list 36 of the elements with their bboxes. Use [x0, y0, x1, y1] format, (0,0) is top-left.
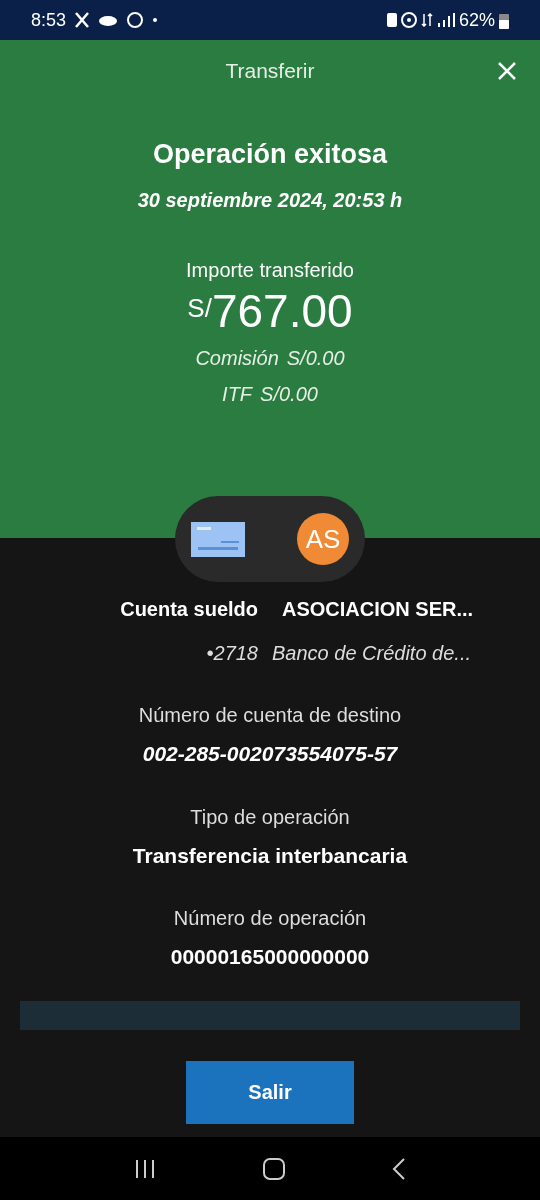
home-icon[interactable] [263, 1157, 285, 1180]
battery-icon [499, 11, 509, 29]
page-title: Transferir [225, 58, 315, 85]
fee-value: S/0.00 [286, 345, 345, 371]
amount-label: Importe transferido [186, 257, 354, 283]
fee-label: ITF [222, 381, 253, 407]
detail-label: Número de cuenta de destino [138, 703, 402, 728]
detail-label: Número de operación [173, 906, 367, 931]
x-icon [74, 11, 91, 29]
origin-account-number: •2718 [205, 641, 258, 666]
recent-apps-icon[interactable] [133, 1158, 156, 1179]
cloud-icon [98, 14, 119, 26]
data-arrows-icon [420, 13, 433, 27]
battery-percent: 62% [458, 8, 495, 32]
transferred-amount: 767.00 [211, 284, 353, 337]
currency-symbol: S/ [187, 291, 212, 323]
detail-value: 002-285-002073554075-57 [142, 741, 398, 767]
detail-value: Transferencia interbancaria [132, 842, 408, 869]
status-time: 8:53 [31, 8, 67, 32]
fee-value: S/0.00 [260, 381, 318, 407]
detail-label: Tipo de operación [190, 804, 350, 830]
recipient-bank: Banco de Crédito de... [272, 641, 472, 666]
close-button[interactable] [496, 60, 518, 82]
hotspot-icon [400, 12, 417, 28]
fee-label: Comisión [195, 345, 279, 371]
detail-value: 00000165000000000 [170, 944, 370, 970]
dot-icon [152, 17, 159, 23]
operation-date: 30 septiembre 2024, 20:53 h [137, 187, 403, 213]
result-title: Operación exitosa [152, 138, 388, 171]
origin-account-name: Cuenta sueldo [119, 597, 258, 622]
back-icon[interactable] [392, 1157, 407, 1180]
exit-button[interactable]: Salir [186, 1060, 354, 1124]
recipient-name: ASOCIACION SER... [282, 597, 475, 622]
signal-icon [436, 13, 455, 27]
card-icon [191, 521, 245, 557]
recipient-avatar: AS [297, 513, 349, 565]
